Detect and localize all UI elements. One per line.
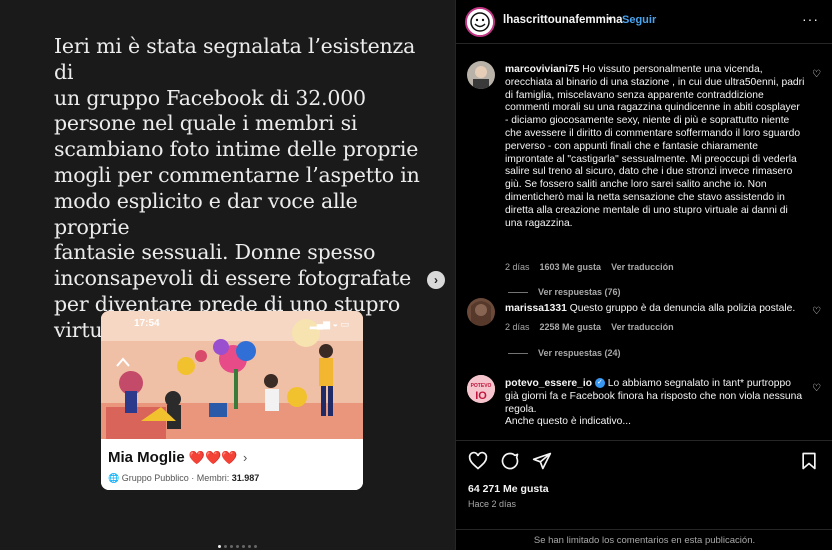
card-status-time: 17:54: [134, 318, 160, 329]
comment-content-line2: Anche questo è indicativo...: [505, 416, 631, 428]
action-icons: [468, 451, 552, 471]
more-icon[interactable]: ···: [802, 11, 819, 27]
carousel-dot: [230, 545, 233, 548]
comment-text: potevo_essere_io ✓ Lo abbiamo segnalato …: [505, 378, 805, 429]
post-timestamp: Hace 2 días: [468, 499, 517, 509]
carousel-dots: [218, 545, 257, 548]
globe-icon: 🌐: [108, 473, 120, 483]
group-meta: 🌐 Gruppo Pubblico · Membri: 31.987: [108, 473, 259, 484]
media-caption-text: Ieri mi è stata segnalata l’esistenza di…: [54, 34, 424, 344]
commenter-avatar[interactable]: [467, 61, 495, 89]
view-replies-button[interactable]: Ver respuestas (76): [508, 287, 621, 297]
comment-likes[interactable]: 2258 Me gusta: [540, 322, 602, 332]
comment-username[interactable]: potevo_essere_io: [505, 378, 592, 389]
comment-text: marcoviviani75 Ho vissuto personalmente …: [505, 64, 805, 230]
comment-time: 2 días: [505, 322, 530, 332]
post-header: lhascrittounafemmina • Seguir ···: [456, 0, 832, 44]
like-heart-icon[interactable]: [468, 451, 488, 471]
comments-list: marcoviviani75 Ho vissuto personalmente …: [456, 45, 832, 435]
media-text-line: Ieri mi è stata segnalata l’esistenza di: [54, 34, 416, 84]
next-slide-button[interactable]: ›: [427, 271, 445, 289]
post-likes-count[interactable]: 64 271 Me gusta: [468, 483, 549, 495]
replies-label: Ver respuestas (24): [538, 348, 621, 358]
chevron-right-icon: ›: [243, 450, 248, 465]
comment-username[interactable]: marissa1331: [505, 303, 567, 314]
media-text-line: mogli per commentarne l’aspetto in: [54, 162, 420, 187]
group-type: Gruppo Pubblico · Membri:: [121, 473, 232, 483]
hearts-emoji: ❤️❤️❤️: [188, 450, 238, 465]
comments-limited-notice: Se han limitado los comentarios en esta …: [456, 529, 832, 550]
media-text-line: inconsapevoli di essere fotografate: [54, 266, 412, 291]
replies-line: [508, 352, 528, 354]
post-actions: 64 271 Me gusta Hace 2 días Se han limit…: [456, 440, 832, 550]
comment-content: Questo gruppo è da denuncia alla polizia…: [569, 303, 796, 314]
media-text-line: modo esplicito e dar voce alle proprie: [54, 188, 358, 239]
author-avatar[interactable]: [465, 7, 495, 37]
group-title: Mia Moglie ❤️❤️❤️: [108, 449, 237, 466]
media-text-line: un gruppo Facebook di 32.000: [54, 85, 366, 110]
translate-link[interactable]: Ver traducción: [611, 322, 674, 332]
carousel-dot: [254, 545, 257, 548]
group-illustration: [101, 311, 363, 439]
carousel-dot: [242, 545, 245, 548]
comment-username[interactable]: marcoviviani75: [505, 64, 579, 75]
svg-text:IO: IO: [475, 390, 487, 402]
heart-icon[interactable]: ♡: [812, 69, 821, 80]
heart-icon[interactable]: ♡: [812, 383, 821, 394]
comment-meta: 2 días 2258 Me gusta Ver traducción: [505, 322, 674, 332]
post-side-panel: lhascrittounafemmina • Seguir ··· marcov…: [455, 0, 832, 550]
comment-meta: 2 días 1603 Me gusta Ver traducción: [505, 262, 674, 272]
comment-icon[interactable]: [500, 451, 520, 471]
media-text-line: scambiano foto intime delle proprie: [54, 137, 419, 162]
separator-dot: •: [608, 13, 612, 25]
media-text-line: persone nel quale i membri si: [54, 111, 358, 136]
replies-label: Ver respuestas (76): [538, 287, 621, 297]
carousel-dot: [236, 545, 239, 548]
follow-button[interactable]: Seguir: [622, 14, 656, 26]
translate-link[interactable]: Ver traducción: [611, 262, 674, 272]
heart-icon[interactable]: ♡: [812, 306, 821, 317]
verified-badge-icon: ✓: [594, 378, 605, 389]
comment-time: 2 días: [505, 262, 530, 272]
group-members: 31.987: [231, 473, 260, 483]
comment-content: Ho vissuto personalmente una vicenda, or…: [505, 64, 805, 229]
carousel-dot: [224, 545, 227, 548]
facebook-group-card: 17:54 ▂▄▆ ◒ ▭ Mia Moglie ❤️❤️❤️ › 🌐 Grup…: [101, 311, 363, 490]
card-footer: Mia Moglie ❤️❤️❤️ › 🌐 Gruppo Pubblico · …: [101, 439, 363, 490]
commenter-avatar[interactable]: POTEVO IO: [467, 375, 495, 403]
save-icon[interactable]: [799, 451, 819, 471]
group-name: Mia Moglie: [108, 449, 185, 466]
carousel-dot: [248, 545, 251, 548]
comment-text: marissa1331 Questo gruppo è da denuncia …: [505, 303, 805, 316]
view-replies-button[interactable]: Ver respuestas (24): [508, 348, 621, 358]
card-status-icons: ▂▄▆ ◒ ▭: [309, 319, 349, 329]
replies-line: [508, 291, 528, 293]
post-media: Ieri mi è stata segnalata l’esistenza di…: [0, 0, 455, 550]
commenter-avatar[interactable]: [467, 298, 495, 326]
author-username[interactable]: lhascrittounafemmina: [503, 14, 623, 26]
media-text-line: fantasie sessuali. Donne spesso: [54, 240, 376, 265]
svg-text:POTEVO: POTEVO: [471, 383, 492, 389]
carousel-dot: [218, 545, 221, 548]
share-icon[interactable]: [532, 451, 552, 471]
comment-likes[interactable]: 1603 Me gusta: [540, 262, 602, 272]
